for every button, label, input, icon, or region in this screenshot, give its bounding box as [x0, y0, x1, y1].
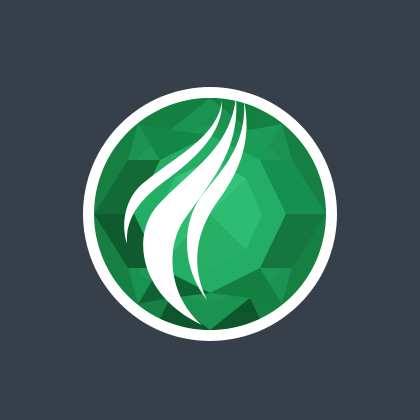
- logo-canvas: [0, 0, 420, 420]
- gem-flame-logo-icon: [83, 87, 337, 341]
